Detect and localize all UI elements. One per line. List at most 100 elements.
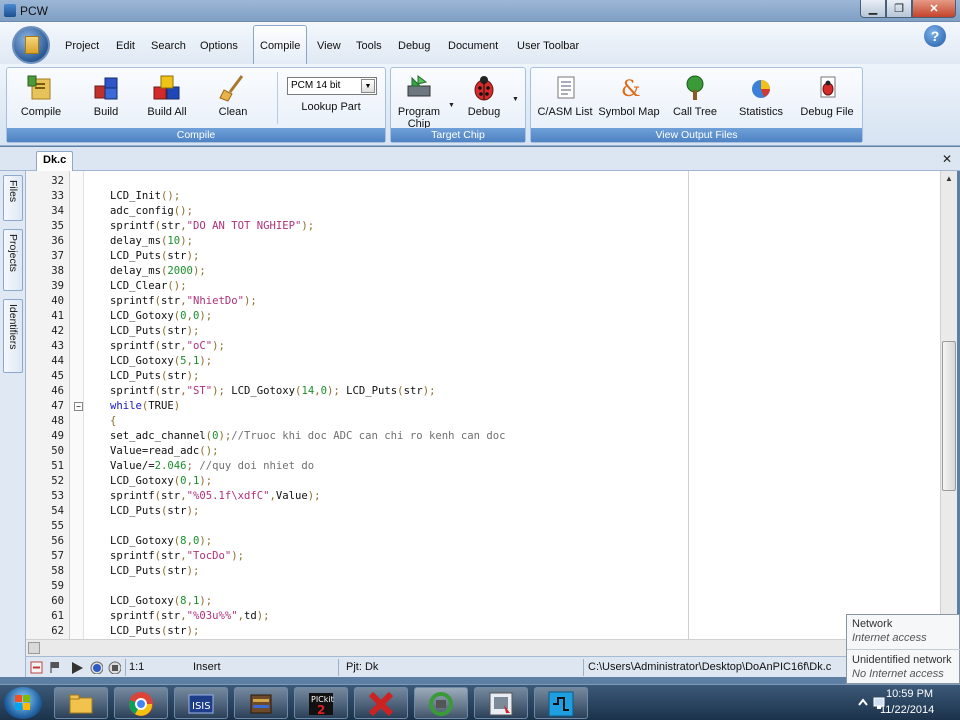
show-hidden-icons-icon[interactable]: [856, 696, 870, 710]
lookup-part-button[interactable]: Lookup Part: [299, 101, 363, 113]
close-button[interactable]: ✕: [912, 0, 956, 18]
help-icon[interactable]: ?: [924, 25, 946, 47]
code-line[interactable]: 34 adc_config();: [26, 204, 940, 219]
side-tab-projects[interactable]: Projects: [3, 229, 23, 291]
play-icon[interactable]: [70, 661, 83, 674]
taskbar-pcw[interactable]: [414, 687, 468, 719]
clock-time[interactable]: 10:59 PM: [886, 688, 933, 700]
close-tab-icon[interactable]: ✕: [942, 152, 952, 166]
statistics-button[interactable]: Statistics: [735, 74, 787, 118]
taskbar-app[interactable]: [474, 687, 528, 719]
code-line[interactable]: 58 LCD_Puts(str);: [26, 564, 940, 579]
debug-dropdown-icon[interactable]: ▼: [512, 96, 519, 103]
remove-icon[interactable]: [30, 661, 43, 674]
side-tab-identifiers[interactable]: Identifiers: [3, 299, 23, 373]
title-bar: PCW ▁ ❐ ✕: [0, 0, 960, 22]
menu-view[interactable]: View: [317, 40, 341, 52]
fold-toggle-icon[interactable]: −: [74, 402, 83, 411]
code-line[interactable]: 33 LCD_Init();: [26, 189, 940, 204]
code-line[interactable]: 60 LCD_Gotoxy(8,1);: [26, 594, 940, 609]
taskbar-circuit[interactable]: [534, 687, 588, 719]
debug-file-button[interactable]: Debug File: [797, 74, 857, 118]
taskbar-winrar[interactable]: [234, 687, 288, 719]
compile-button[interactable]: Compile: [19, 74, 63, 118]
stop-icon[interactable]: [108, 661, 121, 674]
code-line[interactable]: 38 delay_ms(2000);: [26, 264, 940, 279]
build-button[interactable]: Build: [87, 74, 125, 118]
code-line[interactable]: 53 sprintf(str,"%05.1f\xdfC",Value);: [26, 489, 940, 504]
code-line[interactable]: 59: [26, 579, 940, 594]
menu-edit[interactable]: Edit: [116, 40, 135, 52]
code-line[interactable]: 55: [26, 519, 940, 534]
chip-family-select[interactable]: PCM 14 bit ▼: [287, 77, 377, 95]
minimize-button[interactable]: ▁: [860, 0, 886, 18]
clock-date[interactable]: 11/22/2014: [880, 704, 934, 716]
record-icon[interactable]: [90, 661, 103, 674]
code-line[interactable]: 39 LCD_Clear();: [26, 279, 940, 294]
code-line[interactable]: 36 delay_ms(10);: [26, 234, 940, 249]
flag-icon[interactable]: [48, 661, 61, 674]
menu-options[interactable]: Options: [200, 40, 238, 52]
casm-list-button[interactable]: C/ASM List: [537, 74, 593, 118]
dropdown-arrow-icon[interactable]: ▼: [361, 79, 375, 93]
code-line[interactable]: 56 LCD_Gotoxy(8,0);: [26, 534, 940, 549]
menu-debug[interactable]: Debug: [398, 40, 430, 52]
code-line[interactable]: 46 sprintf(str,"ST"); LCD_Gotoxy(14,0); L…: [26, 384, 940, 399]
application-button[interactable]: [12, 26, 50, 64]
menu-project[interactable]: Project: [65, 40, 99, 52]
horizontal-scrollbar[interactable]: [26, 639, 940, 656]
debug-file-label: Debug File: [800, 106, 854, 118]
code-line[interactable]: 52 LCD_Gotoxy(0,1);: [26, 474, 940, 489]
code-editor[interactable]: 32 33 LCD_Init(); 34 adc_config(); 35 sprintf(…: [26, 171, 940, 639]
clean-button[interactable]: Clean: [213, 74, 253, 118]
menu-compile[interactable]: Compile: [253, 25, 308, 65]
menu-tools[interactable]: Tools: [356, 40, 382, 52]
program-chip-dropdown-icon[interactable]: ▼: [448, 102, 455, 109]
code-line[interactable]: 57 sprintf(str,"TocDo");: [26, 549, 940, 564]
code-line[interactable]: 40 sprintf(str,"NhietDo");: [26, 294, 940, 309]
code-line[interactable]: 42 LCD_Puts(str);: [26, 324, 940, 339]
scroll-up-icon[interactable]: ▲: [942, 172, 956, 186]
code-line[interactable]: 32: [26, 174, 940, 189]
code-text: sprintf(str,"DO AN TOT NGHIEP");: [110, 220, 315, 232]
chrome-icon: [129, 692, 153, 716]
code-line[interactable]: 61 sprintf(str,"%03u%%",td);: [26, 609, 940, 624]
code-line[interactable]: 48 {: [26, 414, 940, 429]
taskbar-proteus[interactable]: [354, 687, 408, 719]
maximize-button[interactable]: ❐: [886, 0, 912, 18]
code-line[interactable]: 37 LCD_Puts(str);: [26, 249, 940, 264]
code-line[interactable]: 62 LCD_Puts(str);: [26, 624, 940, 639]
taskbar-explorer[interactable]: [54, 687, 108, 719]
code-line[interactable]: 45 LCD_Puts(str);: [26, 369, 940, 384]
debug-button[interactable]: Debug: [463, 74, 505, 118]
vertical-scrollbar[interactable]: ▲: [940, 171, 957, 639]
taskbar-chrome[interactable]: [114, 687, 168, 719]
code-line[interactable]: 51 Value/=2.046; //quy doi nhiet do: [26, 459, 940, 474]
code-line[interactable]: 44 LCD_Gotoxy(5,1);: [26, 354, 940, 369]
side-tab-files[interactable]: Files: [3, 175, 23, 221]
file-path: C:\Users\Administrator\Desktop\DoAnPIC16…: [588, 661, 832, 673]
code-text: {: [110, 415, 117, 427]
code-line[interactable]: 43 sprintf(str,"oC");: [26, 339, 940, 354]
start-button[interactable]: [4, 687, 42, 719]
build-all-button[interactable]: Build All: [145, 74, 189, 118]
code-line[interactable]: 35 sprintf(str,"DO AN TOT NGHIEP");: [26, 219, 940, 234]
program-chip-button[interactable]: Program Chip: [395, 74, 443, 130]
code-line[interactable]: 47 − while(TRUE): [26, 399, 940, 414]
taskbar-pickit2[interactable]: PICkit 2: [294, 687, 348, 719]
code-line[interactable]: 54 LCD_Puts(str);: [26, 504, 940, 519]
code-line[interactable]: 50 Value=read_adc();: [26, 444, 940, 459]
horizontal-scroll-thumb[interactable]: [28, 642, 40, 654]
taskbar-isis[interactable]: ISIS: [174, 687, 228, 719]
menu-search[interactable]: Search: [151, 40, 186, 52]
menu-user-toolbar[interactable]: User Toolbar: [517, 40, 579, 52]
call-tree-button[interactable]: Call Tree: [671, 74, 719, 118]
menu-document[interactable]: Document: [448, 40, 498, 52]
code-line[interactable]: 49 set_adc_channel(0);//Truoc khi doc ADC…: [26, 429, 940, 444]
vertical-scroll-thumb[interactable]: [942, 341, 956, 491]
network-title: Network: [852, 618, 893, 630]
code-line[interactable]: 41 LCD_Gotoxy(0,0);: [26, 309, 940, 324]
symbol-map-button[interactable]: & Symbol Map: [597, 74, 661, 118]
tab-dk-c[interactable]: Dk.c: [36, 151, 74, 171]
code-text: sprintf(str,"TocDo");: [110, 550, 245, 562]
